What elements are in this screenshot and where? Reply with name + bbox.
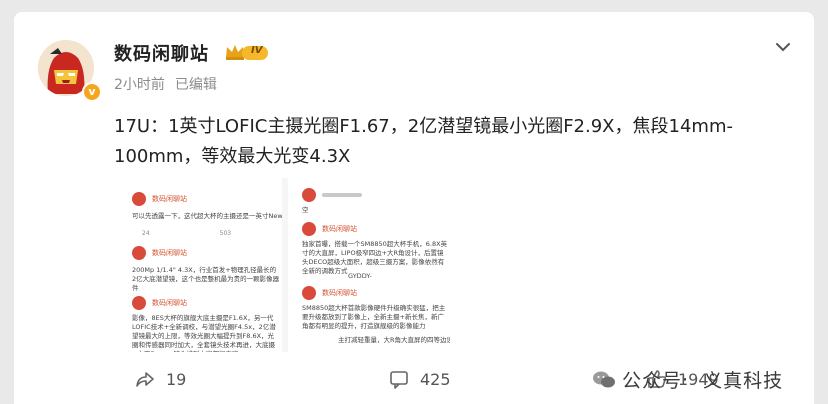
list-item: 数码闲聊站 bbox=[132, 296, 187, 310]
mini-text: 可以先透露一下，这代超大杯的主摄还是一英寸New bbox=[132, 212, 282, 220]
mini-avatar bbox=[132, 192, 146, 206]
list-item bbox=[302, 188, 362, 202]
mini-text: 影像，8ES大杯的旗舰大底主摄是F1.6X，另一代LOFIC技术+全新调校，与潜… bbox=[132, 314, 276, 352]
screenshot-right: 空 数码闲聊站 独家首曝，搭载一个SM8850超大杯手机，6.8X英寸的大直屏，… bbox=[288, 178, 450, 352]
mini-share-count: 24 bbox=[142, 230, 150, 237]
watermark-separator: · bbox=[682, 368, 690, 391]
mini-avatar bbox=[302, 286, 316, 300]
mini-username: 数码闲聊站 bbox=[152, 249, 187, 257]
mini-actions: 24 503 bbox=[142, 230, 231, 237]
crown-icon bbox=[226, 45, 268, 60]
mini-avatar bbox=[132, 296, 146, 310]
username[interactable]: 数码闲聊站 bbox=[114, 40, 209, 66]
rank-level: IV bbox=[251, 45, 263, 56]
list-item: 数码闲聊站 bbox=[132, 246, 187, 260]
screenshot-left: 数码闲聊站 可以先透露一下，这代超大杯的主摄还是一英寸New 24 503 数码… bbox=[114, 178, 282, 352]
rank-badge: IV bbox=[224, 42, 270, 62]
mini-text: 独家首曝，搭载一个SM8850超大杯手机，6.8X英寸的大直屏，LIPO极窄四边… bbox=[302, 240, 448, 275]
verified-badge: v bbox=[82, 82, 102, 102]
mini-username: 数码闲聊站 bbox=[152, 299, 187, 307]
chevron-down-icon bbox=[776, 43, 790, 52]
watermark-name: 义真科技 bbox=[703, 370, 784, 392]
mini-text: GYDDY- bbox=[348, 272, 372, 280]
mini-text: 200Mp 1/1.4" 4.3X，行业首发+物理孔径最长的2亿大底潜望镜，这个… bbox=[132, 266, 280, 292]
mini-avatar bbox=[302, 222, 316, 236]
mini-redacted bbox=[322, 193, 362, 197]
share-button[interactable]: 19 bbox=[134, 354, 186, 404]
post-time[interactable]: 2小时前 bbox=[114, 77, 165, 93]
mini-avatar bbox=[302, 188, 316, 202]
more-menu-button[interactable] bbox=[772, 36, 794, 58]
mini-username: 数码闲聊站 bbox=[152, 195, 187, 203]
mini-comment-count: 503 bbox=[219, 230, 232, 237]
post-meta: 2小时前 已编辑 bbox=[114, 74, 217, 94]
edited-label[interactable]: 已编辑 bbox=[175, 77, 217, 93]
list-item: 数码闲聊站 bbox=[302, 222, 357, 236]
mini-text: 空 bbox=[302, 206, 309, 214]
watermark-prefix: 公众号 bbox=[622, 370, 683, 392]
list-item: 数码闲聊站 bbox=[302, 286, 357, 300]
share-icon bbox=[136, 372, 154, 387]
post-image[interactable]: 数码闲聊站 可以先透露一下，这代超大杯的主摄还是一英寸New 24 503 数码… bbox=[114, 178, 450, 352]
mini-text: 主打减轻重量，大R角大直屏的四等边设计，加速加速 bbox=[338, 336, 450, 344]
comment-button[interactable]: 425 bbox=[388, 354, 451, 404]
mini-username: 数码闲聊站 bbox=[322, 225, 357, 233]
list-item: 数码闲聊站 bbox=[132, 192, 187, 206]
share-count: 19 bbox=[166, 369, 187, 389]
mini-text: SM8850超大杯首款影像硬件升级确实很猛，把主要升级都放到了影像上，全新主摄+… bbox=[302, 304, 446, 330]
comment-icon bbox=[390, 371, 408, 389]
post-card: v 数码闲聊站 IV 2小时前 已编辑 17U：1英寸LOFIC主摄光圈F1.67… bbox=[14, 12, 814, 404]
watermark: 公众号 · 义真科技 bbox=[592, 366, 783, 393]
post-text: 17U：1英寸LOFIC主摄光圈F1.67，2亿潜望镜最小光圈F2.9X，焦段1… bbox=[114, 116, 733, 167]
mini-username: 数码闲聊站 bbox=[322, 289, 357, 297]
comment-count: 425 bbox=[420, 369, 451, 389]
wechat-icon bbox=[593, 371, 615, 387]
mini-avatar bbox=[132, 246, 146, 260]
